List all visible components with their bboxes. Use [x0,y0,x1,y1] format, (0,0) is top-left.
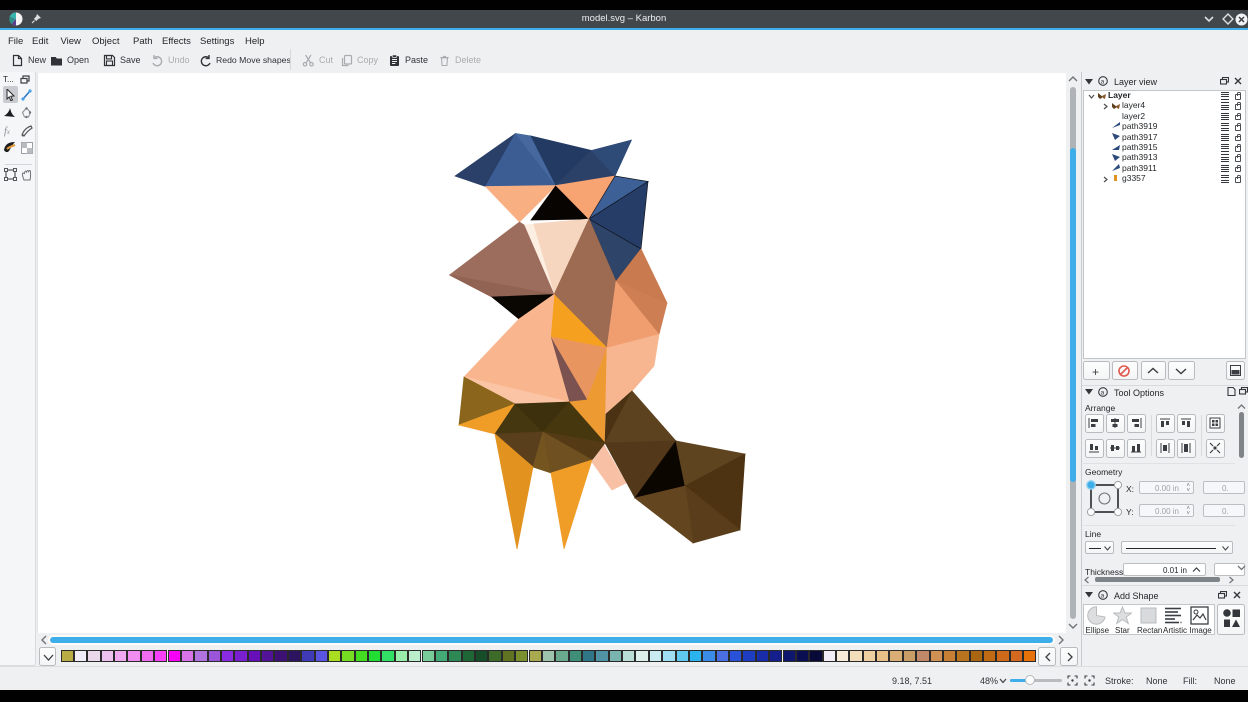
svg-text:a: a [1101,389,1105,396]
svg-text:a: a [1101,592,1105,599]
